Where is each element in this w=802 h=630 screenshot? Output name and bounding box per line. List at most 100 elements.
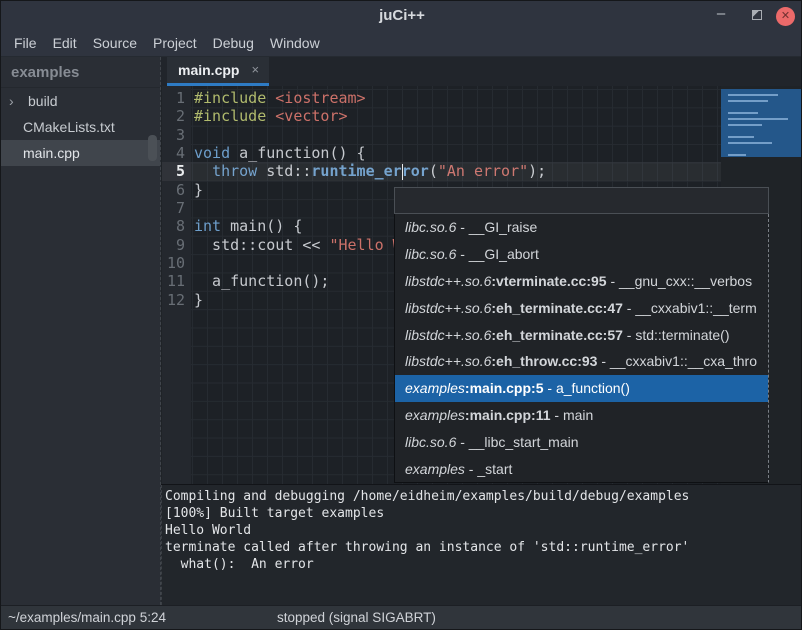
backtrace-module: examples (405, 380, 465, 396)
titlebar[interactable]: juCi++ – ✕ (1, 1, 802, 31)
sidebar-item-build[interactable]: ›build (1, 88, 160, 114)
status-debug-state: stopped (signal SIGABRT) (277, 610, 436, 625)
backtrace-module: libstdc++.so.6 (405, 300, 491, 316)
line-number: 11 (162, 272, 191, 290)
backtrace-function: - __GI_abort (456, 246, 539, 262)
maximize-icon (752, 10, 762, 20)
backtrace-row[interactable]: libstdc++.so.6:eh_terminate.cc:57 - std:… (395, 322, 768, 349)
line-number: 5 (162, 162, 191, 180)
backtrace-function: - __cxxabiv1::__cxa_thro (597, 353, 757, 369)
backtrace-function: - std::terminate() (623, 327, 730, 343)
project-name: examples (1, 57, 160, 88)
backtrace-function: - a_function() (544, 380, 630, 396)
line-number: 3 (162, 126, 191, 144)
terminal-line: Compiling and debugging /home/eidheim/ex… (165, 488, 802, 505)
close-button[interactable]: ✕ (776, 7, 795, 26)
text-caret (402, 164, 404, 180)
backtrace-module: libstdc++.so.6 (405, 353, 491, 369)
backtrace-location: :eh_terminate.cc:47 (491, 300, 623, 316)
backtrace-module: libc.so.6 (405, 219, 456, 235)
backtrace-popup-header (394, 187, 769, 214)
sidebar-scrollbar-thumb[interactable] (148, 135, 157, 161)
backtrace-location: :eh_throw.cc:93 (491, 353, 597, 369)
code-line-4: void a_function() { (194, 144, 721, 162)
backtrace-module: libstdc++.so.6 (405, 327, 491, 343)
sidebar-item-cmakelists-txt[interactable]: CMakeLists.txt (1, 114, 160, 140)
backtrace-row[interactable]: libstdc++.so.6:eh_terminate.cc:47 - __cx… (395, 295, 768, 322)
file-tree: ›buildCMakeLists.txtmain.cpp (1, 88, 160, 166)
backtrace-function: - __gnu_cxx::__verbos (607, 273, 753, 289)
minimap-code-line (728, 142, 772, 144)
backtrace-function: - _start (465, 461, 512, 477)
backtrace-module: examples (405, 407, 465, 423)
backtrace-row[interactable]: libstdc++.so.6:vterminate.cc:95 - __gnu_… (395, 268, 768, 295)
line-number-gutter: 123456789101112 (162, 86, 191, 484)
terminal-output[interactable]: Compiling and debugging /home/eidheim/ex… (161, 485, 802, 605)
tab-label: main.cpp (178, 57, 239, 83)
chevron-right-icon: › (9, 88, 14, 114)
backtrace-function: - main (551, 407, 594, 423)
backtrace-row[interactable]: libc.so.6 - __GI_abort (395, 241, 768, 268)
terminal-line: terminate called after throwing an insta… (165, 539, 802, 556)
terminal-line: [100%] Built target examples (165, 505, 802, 522)
line-number: 9 (162, 236, 191, 254)
window-title: juCi++ (1, 7, 802, 24)
terminal-line: what(): An error (165, 556, 802, 573)
code-line-3 (194, 126, 721, 144)
backtrace-location: :main.cpp:5 (465, 380, 544, 396)
backtrace-module: libc.so.6 (405, 246, 456, 262)
line-number: 7 (162, 199, 191, 217)
minimap-code-line (728, 94, 778, 96)
line-number: 10 (162, 254, 191, 272)
line-number: 8 (162, 217, 191, 235)
backtrace-list: libc.so.6 - __GI_raiselibc.so.6 - __GI_a… (394, 214, 769, 483)
menu-item-debug[interactable]: Debug (205, 31, 262, 57)
menubar: FileEditSourceProjectDebugWindow (1, 31, 802, 57)
minimize-icon: – (717, 5, 725, 22)
backtrace-row[interactable]: examples:main.cpp:5 - a_function() (395, 375, 768, 402)
backtrace-row[interactable]: examples:main.cpp:11 - main (395, 402, 768, 429)
maximize-button[interactable] (752, 10, 763, 21)
backtrace-row[interactable]: libc.so.6 - __libc_start_main (395, 429, 768, 456)
minimap-code-line (728, 154, 746, 156)
menu-item-project[interactable]: Project (145, 31, 205, 57)
menu-item-edit[interactable]: Edit (45, 31, 85, 57)
backtrace-location: :main.cpp:11 (465, 407, 551, 423)
statusbar: ~/examples/main.cpp 5:24 stopped (signal… (1, 605, 802, 630)
menu-item-window[interactable]: Window (262, 31, 328, 57)
backtrace-row[interactable]: libc.so.6 - __GI_raise (395, 214, 768, 241)
line-number: 1 (162, 89, 191, 107)
tab-main-cpp[interactable]: main.cpp × (167, 57, 269, 86)
backtrace-row[interactable]: examples - _start (395, 456, 768, 483)
backtrace-function: - __libc_start_main (456, 434, 578, 450)
sidebar-item-main-cpp[interactable]: main.cpp (1, 140, 160, 166)
backtrace-location: :vterminate.cc:95 (491, 273, 606, 289)
line-number: 12 (162, 291, 191, 309)
menu-item-source[interactable]: Source (85, 31, 145, 57)
minimap-code-line (728, 100, 768, 102)
code-line-2: #include <vector> (194, 107, 721, 125)
backtrace-popup: libc.so.6 - __GI_raiselibc.so.6 - __GI_a… (394, 187, 769, 483)
minimap-code-line (728, 136, 754, 138)
code-overview-minimap[interactable] (721, 89, 801, 157)
code-line-1: #include <iostream> (194, 89, 721, 107)
line-number: 6 (162, 181, 191, 199)
backtrace-row[interactable]: libstdc++.so.6:eh_throw.cc:93 - __cxxabi… (395, 348, 768, 375)
backtrace-location: :eh_terminate.cc:57 (491, 327, 623, 343)
minimap-code-line (728, 118, 788, 120)
backtrace-function: - __cxxabiv1::__term (623, 300, 757, 316)
backtrace-module: examples (405, 461, 465, 477)
code-line-5: throw std::runtime_error("An error"); (194, 162, 721, 180)
menu-item-file[interactable]: File (6, 31, 45, 57)
tabbar: main.cpp × (161, 57, 802, 86)
terminal-line: Hello World (165, 522, 802, 539)
file-tree-panel: examples ›buildCMakeLists.txtmain.cpp (1, 57, 161, 605)
backtrace-function: - __GI_raise (456, 219, 537, 235)
backtrace-module: libstdc++.so.6 (405, 273, 491, 289)
minimap-code-line (728, 124, 762, 126)
backtrace-module: libc.so.6 (405, 434, 456, 450)
close-icon: ✕ (781, 10, 790, 22)
tab-close-icon[interactable]: × (251, 57, 259, 83)
minimize-button[interactable]: – (711, 7, 731, 25)
minimap-code-line (728, 112, 758, 114)
